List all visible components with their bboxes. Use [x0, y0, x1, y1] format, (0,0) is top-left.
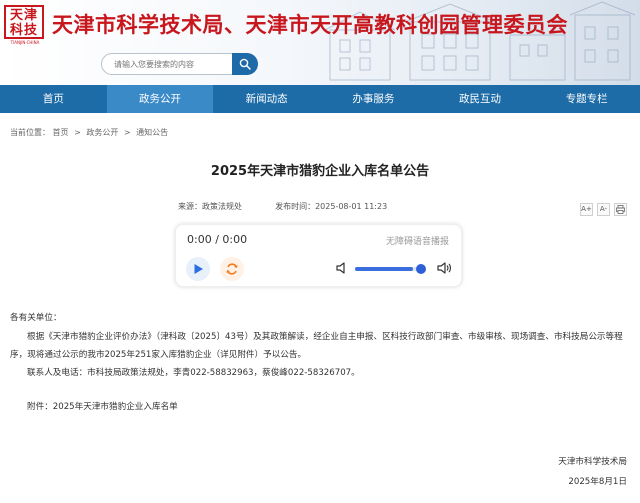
print-icon [616, 205, 625, 214]
search-input[interactable] [101, 53, 233, 75]
signature-block: 天津市科学技术局 2025年8月1日 [558, 452, 627, 492]
repeat-icon [226, 263, 238, 275]
player-time: 0:00 / 0:00 [187, 233, 248, 246]
font-controls: A+ A- [580, 203, 627, 216]
article-body: 各有关单位： 根据《天津市猎豹企业评价办法》（津科政〔2025〕43号）及其政策… [10, 309, 630, 383]
nav-item-topics[interactable]: 专题专栏 [533, 85, 640, 113]
article-title: 2025年天津市猎豹企业入库名单公告 [210, 164, 430, 179]
breadcrumb-home[interactable]: 首页 [53, 128, 69, 137]
salutation: 各有关单位： [10, 313, 62, 323]
volume-low-icon[interactable] [336, 261, 348, 275]
site-title: 天津市科学技术局、天津市天开高教科创园管理委员会 [52, 12, 568, 37]
main-nav: 首页 政务公开 新闻动态 办事服务 政民互动 专题专栏 [0, 85, 640, 113]
breadcrumb-notices[interactable]: 通知公告 [136, 128, 168, 137]
volume-slider-handle[interactable] [416, 264, 426, 274]
logo-seal: 天津 科技 [4, 5, 44, 39]
article-publish-time: 发布时间：2025-08-01 11:23 [275, 202, 388, 211]
nav-item-gov-affairs[interactable]: 政务公开 [106, 85, 214, 113]
breadcrumb-gov-affairs[interactable]: 政务公开 [86, 128, 118, 137]
sign-organization: 天津市科学技术局 [558, 457, 627, 467]
attachment-link[interactable]: 附件：2025年天津市猎豹企业入库名单 [27, 400, 178, 412]
nav-item-news[interactable]: 新闻动态 [213, 85, 320, 113]
article-meta: 来源：政策法规处 发布时间：2025-08-01 11:23 [178, 201, 387, 212]
font-decrease-button[interactable]: A- [597, 203, 610, 216]
site-logo[interactable]: 天津 科技 TIANJIN·CHINA [4, 5, 46, 49]
volume-slider-fill [355, 267, 413, 271]
contact-info: 联系人及电话：市科技局政策法规处，李青022-58832963，蔡俊峰022-5… [27, 368, 360, 378]
breadcrumb-separator: > [74, 128, 81, 137]
main-paragraph: 根据《天津市猎豹企业评价办法》（津科政〔2025〕43号）及其政策解读，经企业自… [10, 332, 623, 360]
search-box [101, 53, 258, 75]
volume-high-icon[interactable] [437, 261, 453, 275]
play-icon [194, 264, 203, 274]
accessibility-broadcast-label[interactable]: 无障碍语音播报 [386, 234, 449, 247]
article-source: 来源：政策法规处 [178, 202, 242, 211]
search-button[interactable] [232, 53, 258, 75]
search-icon [239, 58, 251, 70]
audio-player: 0:00 / 0:00 无障碍语音播报 [175, 224, 462, 287]
font-increase-button[interactable]: A+ [580, 203, 593, 216]
repeat-button[interactable] [220, 257, 244, 281]
print-button[interactable] [614, 203, 627, 216]
breadcrumb-separator: > [123, 128, 131, 137]
sign-date: 2025年8月1日 [568, 477, 627, 487]
play-button[interactable] [186, 257, 210, 281]
nav-item-home[interactable]: 首页 [0, 85, 107, 113]
site-header: 天津 科技 TIANJIN·CHINA 天津市科学技术局、天津市天开高教科创园管理… [0, 0, 640, 85]
logo-subtitle: TIANJIN·CHINA [10, 40, 40, 45]
breadcrumb: 当前位置： 首页 > 政务公开 > 通知公告 [10, 127, 168, 138]
nav-item-services[interactable]: 办事服务 [320, 85, 427, 113]
volume-slider-track[interactable] [355, 267, 423, 271]
breadcrumb-prefix: 当前位置： [10, 128, 50, 137]
nav-item-interaction[interactable]: 政民互动 [427, 85, 534, 113]
